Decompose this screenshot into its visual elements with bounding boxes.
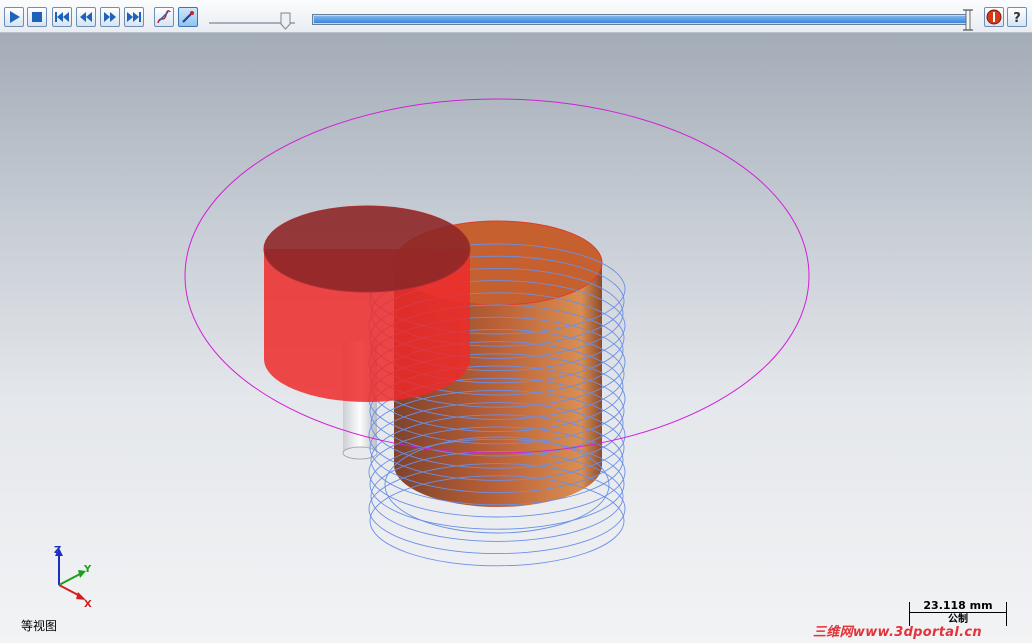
axis-y-label: Y <box>83 564 92 575</box>
toolpath-display-button[interactable] <box>154 7 174 27</box>
help-icon: ? <box>1013 11 1021 25</box>
scale-line <box>909 612 1007 613</box>
play-button[interactable] <box>4 7 24 27</box>
axis-z-label: Z <box>54 545 61 556</box>
watermark: 三维网www.3dportal.cn <box>813 625 982 640</box>
progress-slider-thumb[interactable] <box>962 8 974 32</box>
3d-viewport[interactable]: Z Y X 等视图 23.118 mm 公制 三维网www.3dportal.c… <box>0 33 1032 643</box>
scale-value: 23.118 mm <box>923 599 993 612</box>
go-to-end-button[interactable] <box>124 7 144 27</box>
svg-text:?: ? <box>1013 11 1021 25</box>
simulation-progress-bar[interactable] <box>312 14 968 25</box>
stop-button[interactable] <box>27 7 47 27</box>
step-back-icon <box>80 12 92 22</box>
step-forward-icon <box>104 12 116 22</box>
cam-simulation-window: ? Z Y X 等视图 23.118 mm 公制 三维网www.3dportal… <box>0 0 1032 643</box>
view-orientation-label: 等视图 <box>21 619 58 633</box>
go-to-start-icon <box>55 12 69 22</box>
go-to-start-button[interactable] <box>52 7 72 27</box>
toolpath-display-icon <box>157 9 171 24</box>
progress-fill <box>314 16 966 23</box>
step-forward-button[interactable] <box>100 7 120 27</box>
stop-simulation-icon <box>986 9 1002 25</box>
axis-triad: Z Y X <box>54 545 92 610</box>
stock-material <box>263 205 471 402</box>
simulation-scene <box>184 98 810 567</box>
axis-x-label: X <box>84 599 92 610</box>
tool-display-icon <box>182 11 194 23</box>
speed-slider-thumb[interactable] <box>280 12 291 30</box>
go-to-end-icon <box>127 12 141 22</box>
step-back-button[interactable] <box>76 7 96 27</box>
stop-simulation-button[interactable] <box>984 7 1004 27</box>
tool-display-button[interactable] <box>178 7 198 27</box>
stop-icon <box>32 12 42 22</box>
play-icon <box>10 11 20 23</box>
simulation-toolbar: ? <box>0 0 1032 33</box>
help-button[interactable]: ? <box>1007 7 1027 27</box>
